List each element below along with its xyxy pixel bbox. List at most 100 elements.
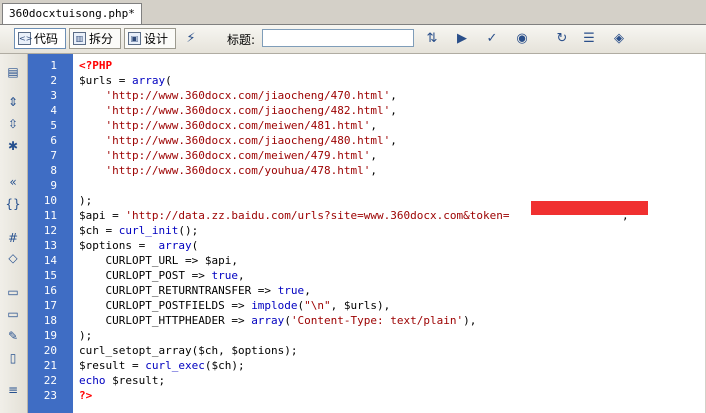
code-line: 'http://www.360docx.com/youhua/478.html'… [79, 163, 378, 178]
code-editor[interactable]: <?PHP $urls = array( 'http://www.360docx.… [73, 54, 706, 413]
line-numbers-icon[interactable]: # [4, 230, 22, 246]
snippet-icon[interactable]: ▯ [4, 350, 22, 366]
refresh-icon[interactable]: ↻ [551, 30, 573, 48]
design-view-button[interactable]: ▣ 设计 [124, 28, 176, 49]
code-token: true [277, 284, 305, 297]
split-view-icon: ▥ [73, 32, 86, 45]
file-management-icon[interactable]: ⇅ [421, 30, 443, 48]
document-tab[interactable]: 360docxtuisong.php* [2, 3, 142, 24]
title-input[interactable] [262, 29, 414, 47]
code-token: , [370, 149, 378, 162]
document-tab-label: 360docxtuisong.php* [9, 7, 135, 20]
wrap-tag-icon[interactable]: ✎ [4, 328, 22, 344]
split-view-label: 拆分 [89, 32, 114, 46]
code-token: CURLOPT_POST => [79, 269, 212, 282]
code-token: ?> [79, 389, 93, 402]
balance-braces-icon[interactable]: {} [4, 196, 22, 212]
code-token: 'http://www.360docx.com/meiwen/481.html' [105, 119, 371, 132]
code-token: (); [178, 224, 199, 237]
code-line: curl_setopt_array($ch, $options); [79, 343, 298, 358]
code-token: array [158, 239, 192, 252]
line-number: 5 [50, 119, 57, 132]
visual-aids-icon[interactable]: ◈ [608, 30, 630, 48]
design-view-label: 设计 [144, 32, 169, 46]
line-number: 1 [50, 59, 57, 72]
code-token: , [390, 104, 397, 117]
code-token: ( [191, 239, 199, 252]
indent-code-icon[interactable]: ≡ [4, 382, 22, 398]
code-line: ?> [79, 388, 92, 403]
code-token: ( [165, 74, 172, 87]
highlight-invalid-code-icon[interactable]: ◇ [4, 250, 22, 266]
code-token: ); [79, 194, 93, 207]
code-token: $api = [79, 209, 126, 222]
open-documents-icon[interactable]: ▤ [4, 64, 22, 80]
collapse-tag-icon[interactable]: ⇕ [4, 94, 22, 110]
code-token: 'http://www.360docx.com/meiwen/479.html' [105, 149, 371, 162]
line-number: 20 [43, 344, 57, 357]
preview-debug-icon[interactable]: ▶ [451, 30, 473, 48]
code-line: ); [79, 193, 92, 208]
line-number: 21 [43, 359, 57, 372]
code-line: $urls = array( [79, 73, 172, 88]
code-line: CURLOPT_URL => $api, [79, 253, 238, 268]
code-line: CURLOPT_POST => true, [79, 268, 244, 283]
code-token: array [131, 74, 166, 87]
redacted-token [531, 201, 648, 215]
code-token: CURLOPT_POSTFIELDS => [79, 299, 252, 312]
code-token: $result = [79, 359, 146, 372]
code-line: 'http://www.360docx.com/jiaocheng/482.ht… [79, 103, 397, 118]
select-parent-tag-icon[interactable]: « [4, 174, 22, 190]
document-tab-bar: 360docxtuisong.php* [0, 0, 706, 25]
code-token: 'http://data.zz.baidu.com/urls?site=www.… [125, 209, 510, 222]
split-view-button[interactable]: ▥ 拆分 [69, 28, 121, 49]
code-line: CURLOPT_HTTPHEADER => array('Content-Typ… [79, 313, 476, 328]
code-line: 'http://www.360docx.com/meiwen/481.html'… [79, 118, 378, 133]
code-token: array [251, 314, 285, 327]
line-number: 3 [50, 89, 57, 102]
live-view-icon[interactable]: ⚡ [180, 30, 202, 48]
apply-comment-icon[interactable]: ▭ [4, 284, 22, 300]
browser-globe-icon[interactable]: ◉ [511, 30, 533, 48]
document-toolbar: <> 代码 ▥ 拆分 ▣ 设计 ⚡ 标题: ⇅ ▶ ✓ ◉ ↻ ☰ ◈ [0, 25, 706, 54]
code-line: <?PHP [79, 58, 112, 73]
code-token: ($ch); [204, 359, 245, 372]
code-token: CURLOPT_HTTPHEADER => [79, 314, 252, 327]
code-line: CURLOPT_RETURNTRANSFER => true, [79, 283, 311, 298]
code-token: 'http://www.360docx.com/youhua/478.html' [105, 164, 371, 177]
code-line: 'http://www.360docx.com/jiaocheng/480.ht… [79, 133, 397, 148]
collapse-selection-icon[interactable]: ⇳ [4, 116, 22, 132]
code-token: 'http://www.360docx.com/jiaocheng/470.ht… [105, 89, 391, 102]
remove-comment-icon[interactable]: ▭ [4, 306, 22, 322]
code-token: , [390, 89, 397, 102]
line-number: 6 [50, 134, 57, 147]
code-token: $urls = [79, 74, 132, 87]
line-number: 2 [50, 74, 57, 87]
code-token: CURLOPT_RETURNTRANSFER => [79, 284, 278, 297]
code-line: CURLOPT_POSTFIELDS => implode("\n", $url… [79, 298, 390, 313]
code-token: , [304, 284, 311, 297]
line-number: 22 [43, 374, 57, 387]
code-token: , [370, 164, 378, 177]
line-number: 13 [43, 239, 57, 252]
code-view-icon: <> [18, 32, 33, 45]
design-view-icon: ▣ [128, 32, 141, 45]
code-token: true [211, 269, 238, 282]
check-page-icon[interactable]: ✓ [481, 30, 503, 48]
code-line: $result = curl_exec($ch); [79, 358, 245, 373]
line-number: 12 [43, 224, 57, 237]
line-number: 10 [43, 194, 57, 207]
code-line: $options = array( [79, 238, 198, 253]
code-token: $ch = [79, 224, 119, 237]
expand-all-icon[interactable]: ✱ [4, 138, 22, 154]
code-view-button[interactable]: <> 代码 [14, 28, 66, 49]
line-number: 8 [50, 164, 57, 177]
code-token: CURLOPT_URL => $api, [79, 254, 238, 267]
line-number: 16 [43, 284, 57, 297]
code-token: , [370, 119, 378, 132]
view-options-icon[interactable]: ☰ [578, 30, 600, 48]
line-number: 7 [50, 149, 57, 162]
